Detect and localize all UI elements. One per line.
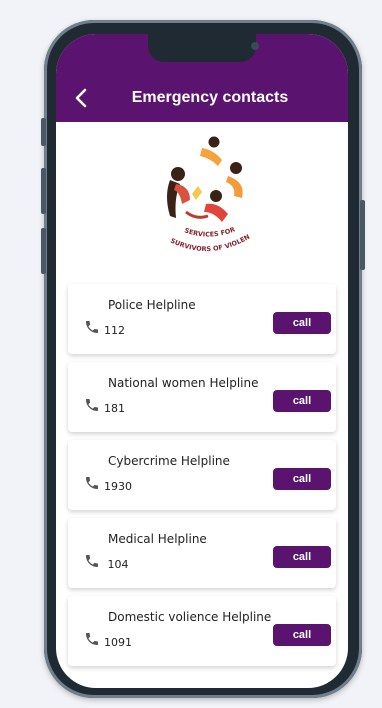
contact-name: National women Helpline (108, 376, 259, 390)
call-button-women[interactable]: call (273, 390, 331, 412)
back-arrow-icon[interactable] (72, 86, 92, 110)
call-button-police[interactable]: call (273, 312, 331, 334)
logo-text-line1: SERVICES FOR (183, 225, 236, 238)
contacts-list: Police Helpline 112 call National women … (68, 284, 336, 674)
volume-up-button (41, 168, 46, 214)
contact-name: Police Helpline (108, 298, 196, 312)
phone-icon (86, 399, 98, 411)
app-screen: Emergency contacts SERVICES FOR SURVIVOR… (56, 34, 348, 688)
logo: SERVICES FOR SURVIVORS OF VIOLENCE (156, 134, 251, 253)
contact-name: Domestic volience Helpline (108, 610, 272, 624)
app-bar: Emergency contacts (56, 34, 348, 122)
phone-icon (86, 477, 98, 489)
contact-number: 1930 (104, 480, 132, 493)
contact-number: 104 (104, 558, 129, 571)
volume-down-button (41, 228, 46, 274)
contact-card-cybercrime: Cybercrime Helpline 1930 call (68, 440, 336, 510)
contact-number: 181 (104, 402, 125, 415)
contact-number: 112 (104, 324, 125, 337)
mute-switch (41, 118, 46, 146)
contact-card-women: National women Helpline 181 call (68, 362, 336, 432)
contact-name: Medical Helpline (108, 532, 207, 546)
power-button (360, 200, 365, 270)
phone-icon (86, 555, 98, 567)
contact-number: 1091 (104, 636, 132, 649)
call-button-domestic[interactable]: call (273, 624, 331, 646)
contact-name: Cybercrime Helpline (108, 454, 230, 468)
camera-icon (251, 42, 259, 50)
contact-card-domestic: Domestic volience Helpline 1091 call (68, 596, 336, 666)
page-title: Emergency contacts (131, 89, 289, 106)
call-button-medical[interactable]: call (273, 546, 331, 568)
contact-card-medical: Medical Helpline 104 call (68, 518, 336, 588)
notch (148, 34, 259, 62)
phone-icon (86, 633, 98, 645)
phone-icon (86, 321, 98, 333)
contact-card-police: Police Helpline 112 call (68, 284, 336, 354)
call-button-cybercrime[interactable]: call (273, 468, 331, 490)
